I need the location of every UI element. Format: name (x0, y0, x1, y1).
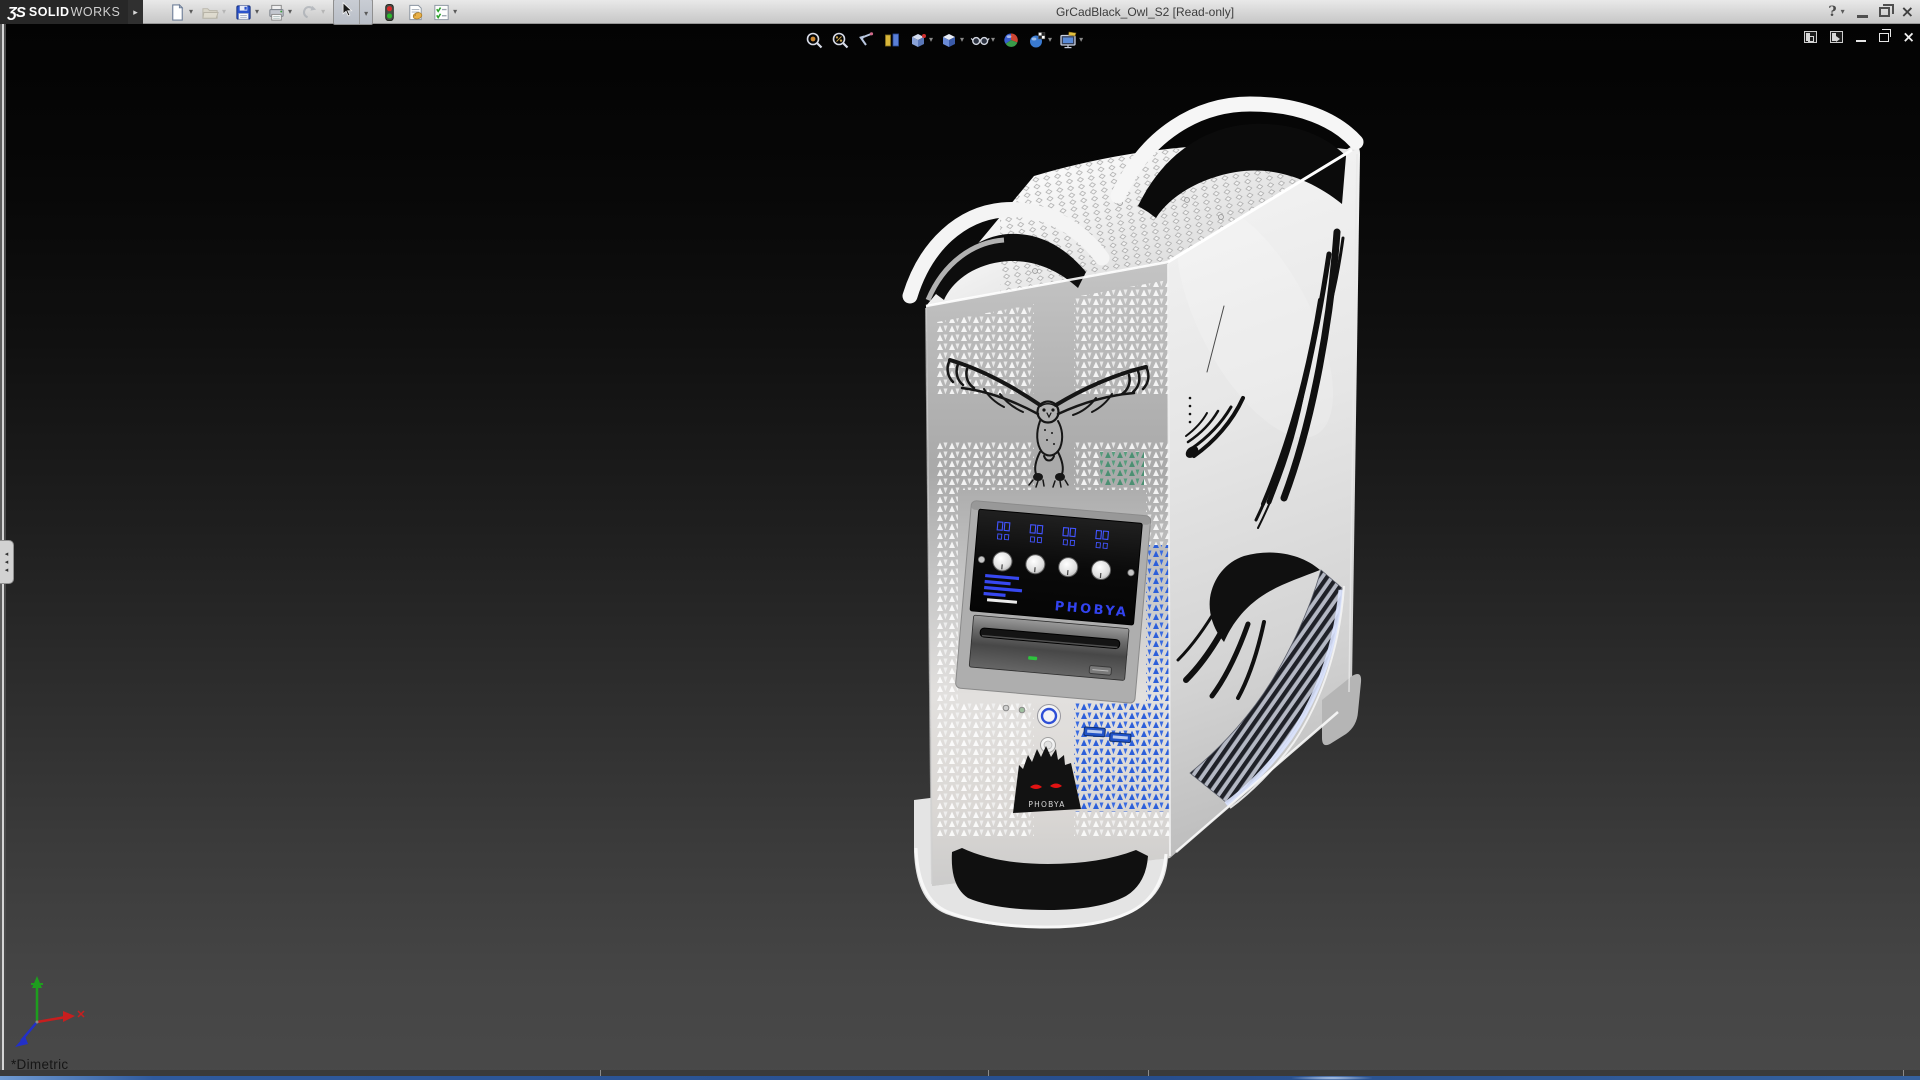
document-restore-button[interactable] (1879, 33, 1889, 42)
section-view-icon (882, 30, 902, 50)
edit-appearance-button[interactable] (1001, 30, 1021, 50)
zoom-to-fit-button[interactable] (804, 30, 824, 50)
pane-toggle-left-button[interactable] (1804, 31, 1817, 43)
display-style-dropdown[interactable]: ▾ (960, 36, 964, 44)
headsup-view-toolbar: ▾ ▾ ▾ (804, 27, 1083, 53)
splitter-arrow-icon: ◂ (5, 551, 9, 558)
view-orientation-button[interactable]: ▾ (908, 30, 933, 50)
solidworks-logo-text-bold: SOLID (29, 5, 70, 19)
power-led (1019, 707, 1025, 713)
rebuild-traffic-light-icon (380, 3, 399, 22)
apply-scene-dropdown[interactable]: ▾ (1048, 36, 1052, 44)
triad-y-axis (32, 976, 42, 988)
splitter-arrow-icon: ◂ (5, 567, 9, 574)
print-dropdown[interactable]: ▾ (287, 8, 293, 16)
standard-toolbar: ▾ ▾ ▾ (166, 0, 460, 24)
help-dropdown: ▾ (1840, 8, 1846, 16)
taskbar-edge (0, 1076, 1920, 1080)
menu-flyout-arrow[interactable]: ▸ (128, 0, 143, 24)
options-checklist-icon (432, 3, 451, 22)
3d-scene[interactable]: PHOBYA (0, 24, 1920, 1080)
save-dropdown[interactable]: ▾ (254, 8, 260, 16)
undo-arrow-icon (300, 3, 319, 22)
zoom-to-fit-icon (804, 30, 824, 50)
rebuild-button[interactable] (378, 2, 401, 23)
print-button[interactable]: ▾ (265, 2, 295, 23)
power-button-ring (1042, 709, 1056, 723)
select-button[interactable]: ▾ (333, 0, 373, 25)
pc-case-model[interactable]: PHOBYA (910, 104, 1365, 928)
minimize-button[interactable] (1857, 15, 1868, 18)
view-settings-icon (1058, 30, 1078, 50)
save-button[interactable]: ▾ (232, 2, 262, 23)
options-dropdown[interactable]: ▾ (452, 8, 458, 16)
document-minimize-button[interactable] (1856, 40, 1866, 43)
new-dropdown[interactable]: ▾ (188, 8, 194, 16)
open-dropdown[interactable]: ▾ (221, 8, 227, 16)
apply-scene-button[interactable]: ▾ (1027, 30, 1052, 50)
restore-button[interactable] (1879, 7, 1890, 17)
section-view-button[interactable] (882, 30, 902, 50)
previous-view-button[interactable] (856, 30, 876, 50)
display-style-button[interactable]: ▾ (939, 30, 964, 50)
new-button[interactable]: ▾ (166, 2, 196, 23)
view-settings-dropdown[interactable]: ▾ (1079, 36, 1083, 44)
open-button[interactable]: ▾ (199, 2, 229, 23)
solidworks-logo-mark: ƷS (8, 4, 25, 21)
edit-appearance-icon (1001, 30, 1021, 50)
apply-scene-icon (1027, 30, 1047, 50)
solidworks-logo-text-light: WORKS (71, 5, 121, 19)
view-settings-button[interactable]: ▾ (1058, 30, 1083, 50)
hide-show-glasses-icon (970, 30, 990, 50)
logo-brand-text: PHOBYA (1028, 800, 1065, 809)
hide-show-dropdown[interactable]: ▾ (991, 36, 995, 44)
print-icon (267, 3, 286, 22)
splitter-arrow-icon: ◂ (5, 559, 9, 566)
flyout-arrow-icon: ▸ (133, 7, 138, 18)
taskbar-edge-glow (1292, 1076, 1372, 1080)
solidworks-logo: ƷS SOLIDWORKS (0, 0, 128, 24)
view-orientation-icon (908, 30, 928, 50)
file-properties-button[interactable] (404, 2, 427, 23)
front-bay: PHOBYA (955, 500, 1151, 703)
help-button[interactable]: ? ▾ (1828, 4, 1845, 20)
pane-toggle-right-button[interactable] (1830, 31, 1843, 43)
triad-z-axis (15, 1036, 28, 1047)
file-properties-icon (406, 3, 425, 22)
close-button[interactable]: × (1901, 4, 1914, 20)
feature-pane-splitter[interactable]: ◂ ◂ ◂ (0, 540, 14, 584)
document-title: GrCadBlack_Owl_S2 [Read-only] (990, 0, 1300, 24)
orientation-triad (15, 976, 84, 1047)
open-folder-icon (201, 3, 220, 22)
hide-show-items-button[interactable]: ▾ (970, 30, 995, 50)
window-controls: ? ▾ × (1828, 0, 1914, 24)
select-cursor-icon (338, 1, 355, 18)
graphics-viewport[interactable]: ▾ ▾ ▾ (0, 24, 1920, 1080)
undo-button[interactable]: ▾ (298, 2, 328, 23)
title-bar: ƷS SOLIDWORKS ▸ ▾ ▾ (0, 0, 1920, 24)
display-style-icon (939, 30, 959, 50)
view-orientation-dropdown[interactable]: ▾ (929, 36, 933, 44)
select-dropdown[interactable]: ▾ (363, 9, 369, 18)
save-floppy-icon (234, 3, 253, 22)
previous-view-icon (856, 30, 876, 50)
undo-dropdown[interactable]: ▾ (320, 8, 326, 16)
new-document-icon (168, 3, 187, 22)
zoom-to-area-button[interactable] (830, 30, 850, 50)
triad-x-axis (63, 1011, 75, 1022)
zoom-to-area-icon (830, 30, 850, 50)
document-window-controls: × (1804, 30, 1915, 44)
options-button[interactable]: ▾ (430, 2, 460, 23)
document-close-button[interactable]: × (1902, 30, 1915, 44)
hdd-led (1003, 705, 1009, 711)
help-icon: ? (1828, 4, 1836, 20)
